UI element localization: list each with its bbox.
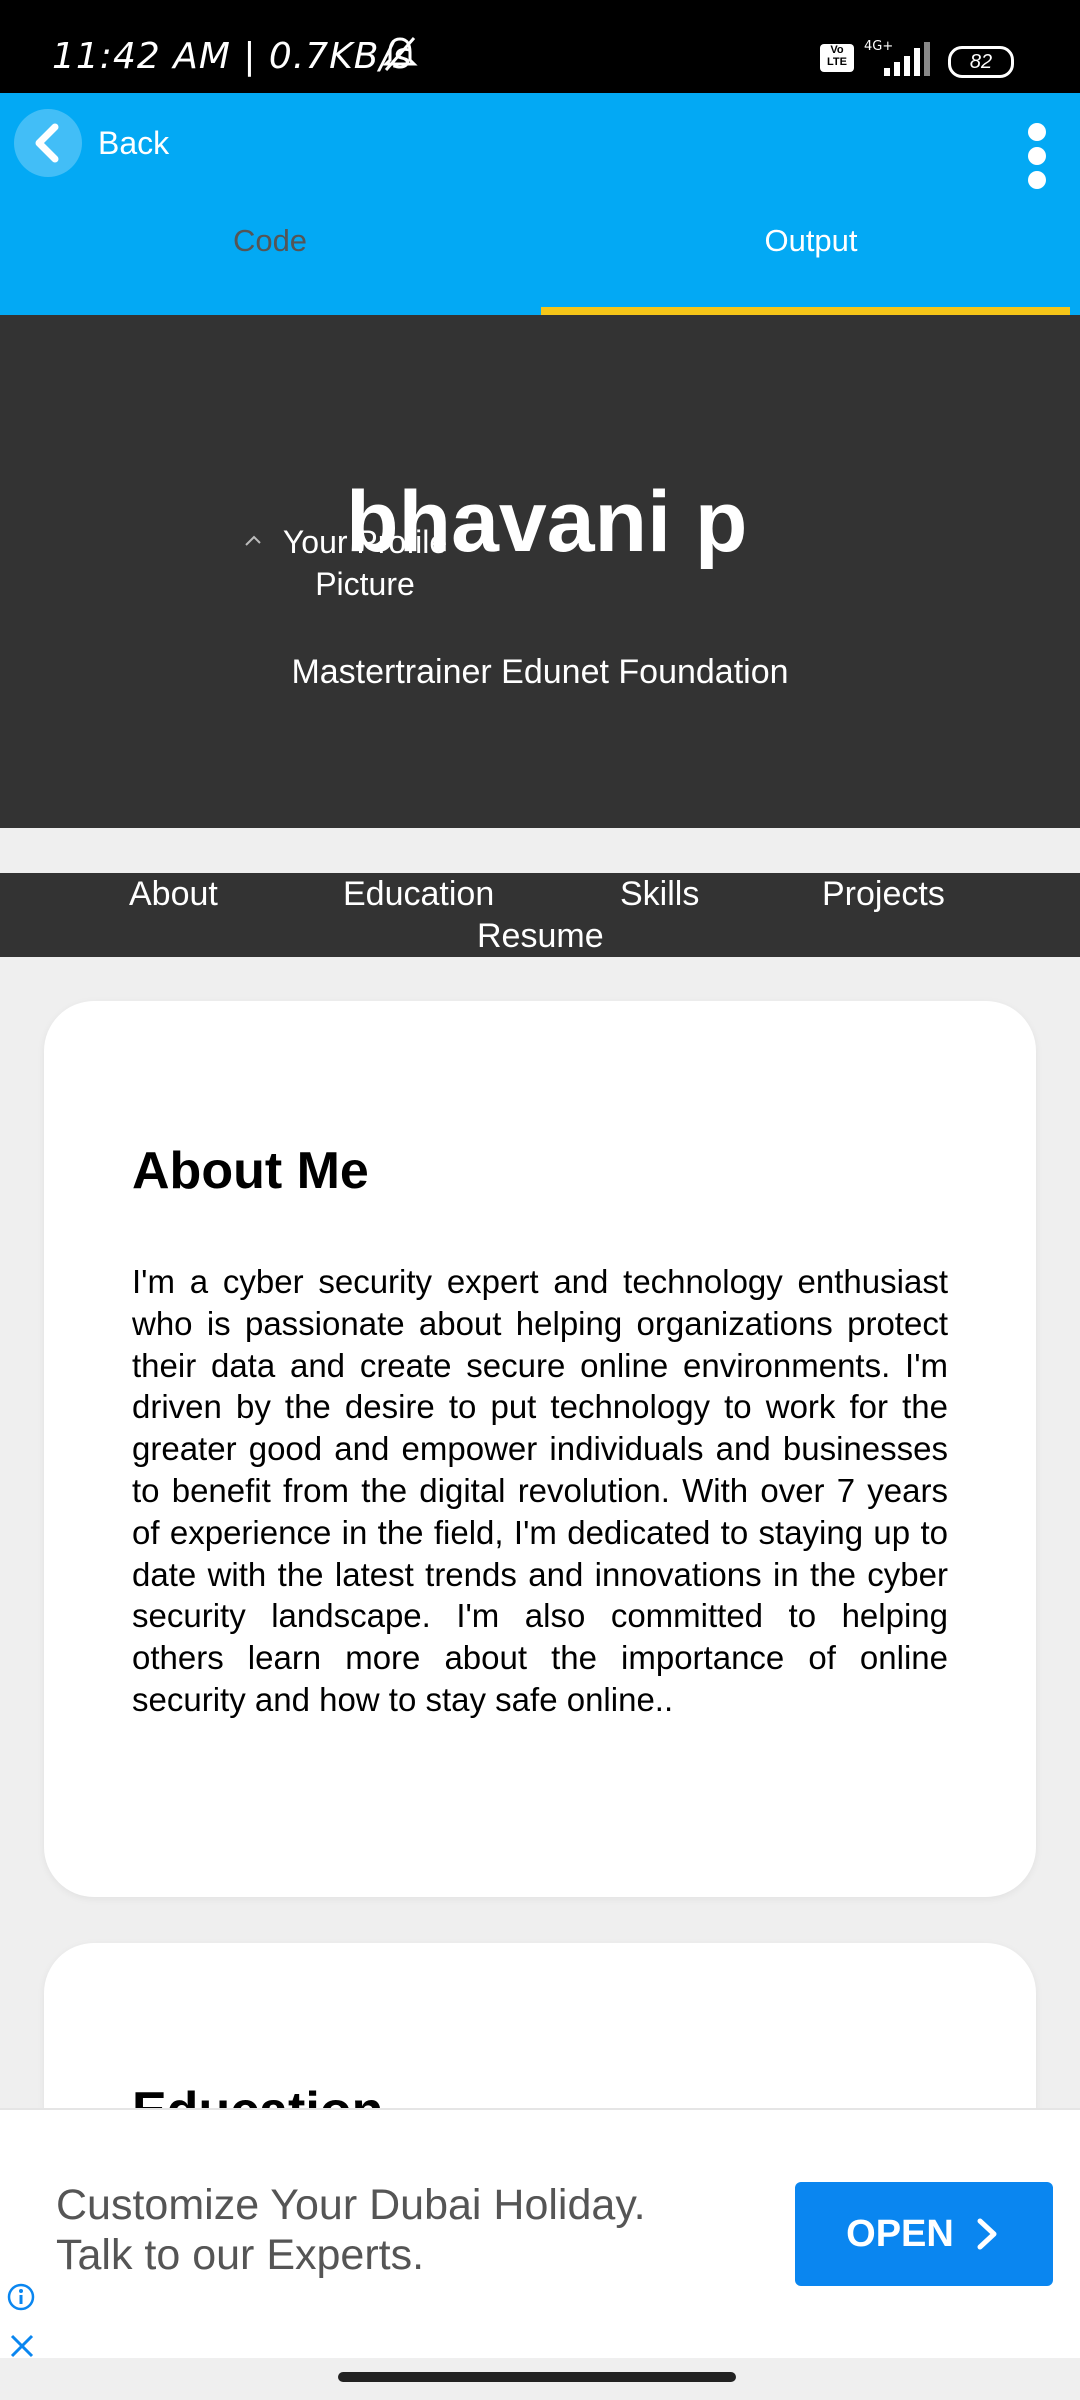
nav-item-skills[interactable]: Skills	[620, 875, 699, 914]
ad-banner[interactable]: Customize Your Dubai Holiday. Talk to ou…	[0, 2108, 1080, 2358]
back-button[interactable]: Back	[14, 107, 169, 179]
profile-header: Your Profile Picture bhavani p Mastertra…	[0, 315, 1080, 828]
status-time: 11:42 AM | 0.7KB/s	[52, 36, 413, 77]
ad-text: Customize Your Dubai Holiday. Talk to ou…	[56, 2180, 756, 2280]
home-indicator[interactable]	[338, 2372, 736, 2382]
network-type: 4G+	[864, 39, 893, 54]
ad-open-label: OPEN	[846, 2212, 954, 2255]
ad-open-button[interactable]: OPEN	[795, 2182, 1053, 2286]
broken-image-icon	[245, 535, 261, 546]
back-label: Back	[98, 124, 170, 161]
ad-line-2: Talk to our Experts.	[56, 2231, 425, 2279]
battery-icon: 82	[948, 46, 1014, 78]
nav-item-about[interactable]: About	[129, 875, 218, 914]
chevron-left-icon	[14, 109, 82, 177]
about-title: About Me	[132, 1142, 369, 1200]
active-tab-indicator	[541, 307, 1070, 315]
about-card: About Me I'm a cyber security expert and…	[44, 1001, 1036, 1897]
nav-item-education[interactable]: Education	[343, 875, 494, 914]
nav-item-resume[interactable]: Resume	[477, 917, 604, 956]
more-options-icon[interactable]	[1020, 123, 1054, 193]
volte-icon: Vo LTE	[820, 44, 854, 72]
tab-output[interactable]: Output	[541, 223, 1080, 259]
ad-line-1: Customize Your Dubai Holiday.	[56, 2181, 646, 2229]
tab-code[interactable]: Code	[0, 223, 540, 259]
signal-icon: 4G+	[864, 39, 930, 76]
bell-muted-icon	[382, 37, 418, 71]
section-nav: About Education Skills Projects Resume	[0, 873, 1080, 957]
chevron-right-icon	[977, 2218, 997, 2250]
about-text: I'm a cyber security expert and technolo…	[132, 1263, 948, 1718]
ad-info-icon[interactable]	[6, 2282, 36, 2312]
profile-subtitle: Mastertrainer Edunet Foundation	[291, 653, 789, 691]
nav-item-projects[interactable]: Projects	[822, 875, 945, 914]
app-bar: Back Code Output	[0, 93, 1080, 315]
profile-name: bhavani p	[346, 474, 748, 570]
status-bar: 11:42 AM | 0.7KB/s Vo LTE 4G+ 82	[0, 0, 1080, 93]
ad-close-icon[interactable]	[8, 2332, 36, 2360]
